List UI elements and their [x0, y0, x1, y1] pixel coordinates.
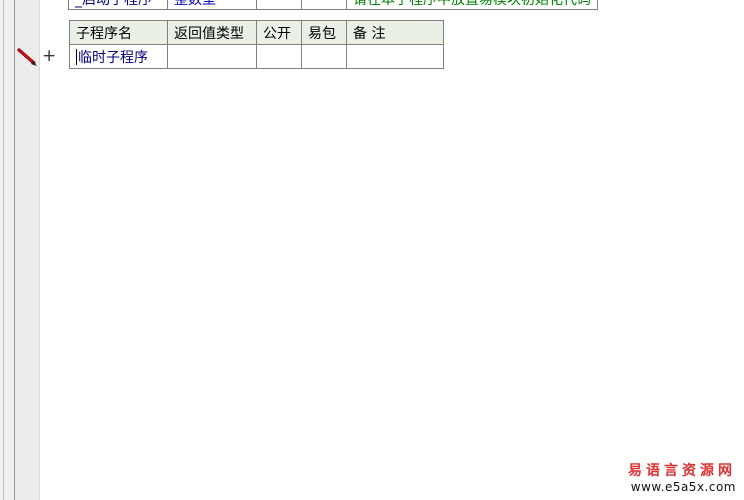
header-public: 公开	[256, 20, 302, 45]
prev-public-cell[interactable]	[256, 0, 302, 10]
line-gutter	[15, 0, 40, 500]
prev-subprogram-name[interactable]: _启动子程序	[68, 0, 168, 10]
remark-cell[interactable]	[346, 44, 444, 69]
public-cell[interactable]	[256, 44, 302, 69]
left-border-strip	[0, 0, 15, 500]
table-row: _启动子程序 整数型 请在本子程序中放置易模块初始化代码	[68, 0, 598, 10]
easy-pack-cell[interactable]	[301, 44, 347, 69]
pen-icon	[17, 48, 37, 66]
header-remark: 备 注	[346, 20, 444, 45]
subprogram-name-cell[interactable]: 临时子程序	[69, 44, 168, 69]
text-caret	[76, 48, 77, 65]
watermark: 易语言资源网 www.e5a5x.com	[628, 460, 736, 494]
header-subprogram-name: 子程序名	[69, 20, 168, 45]
prev-row-marker: +	[44, 0, 56, 4]
return-type-cell[interactable]	[167, 44, 257, 69]
table-header-row: 子程序名 返回值类型 公开 易包 备 注	[69, 20, 444, 45]
header-return-type: 返回值类型	[167, 20, 257, 45]
watermark-title: 易语言资源网	[628, 463, 736, 479]
prev-easy-pack-cell[interactable]	[301, 0, 347, 10]
previous-subprogram-table: _启动子程序 整数型 请在本子程序中放置易模块初始化代码	[68, 0, 598, 10]
subprogram-table: 子程序名 返回值类型 公开 易包 备 注 临时子程序	[69, 20, 444, 69]
expand-row-marker[interactable]: +	[42, 46, 56, 66]
table-row: 临时子程序	[69, 44, 444, 69]
prev-remark[interactable]: 请在本子程序中放置易模块初始化代码	[346, 0, 598, 10]
header-easy-pack: 易包	[301, 20, 347, 45]
prev-return-type[interactable]: 整数型	[167, 0, 257, 10]
code-editor-area[interactable]	[40, 0, 744, 500]
subprogram-name-value: 临时子程序	[78, 49, 148, 66]
watermark-url: www.e5a5x.com	[630, 480, 736, 494]
